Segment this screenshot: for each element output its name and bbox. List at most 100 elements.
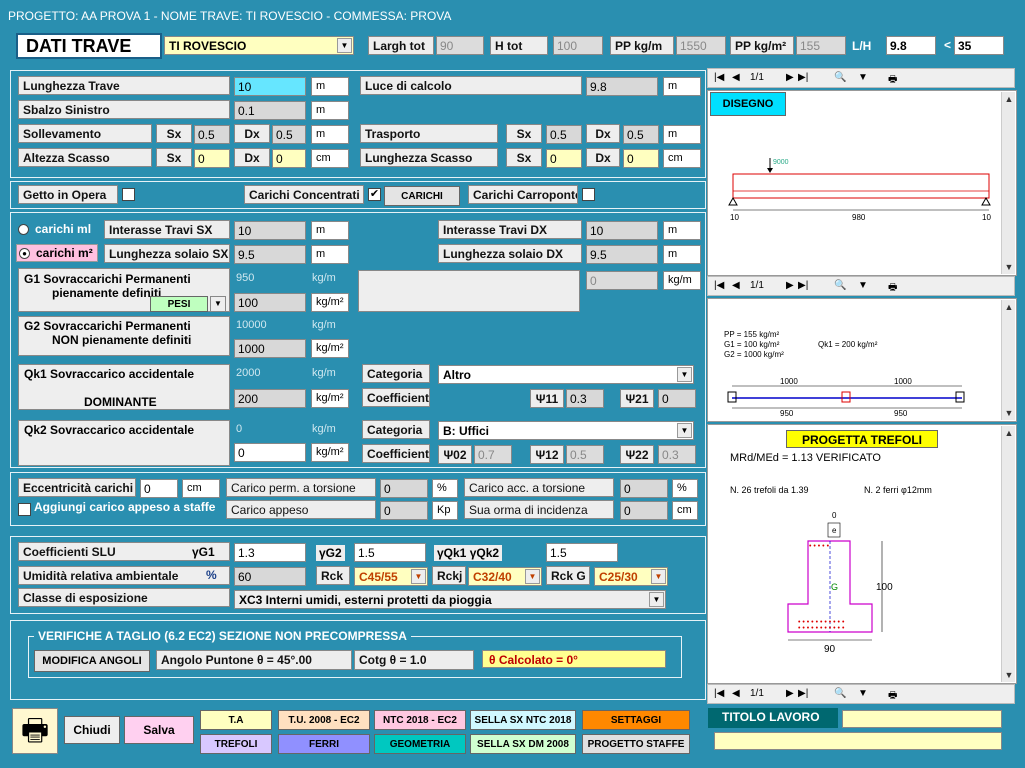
first-page-icon[interactable]: |◀: [714, 280, 724, 291]
cat2-select[interactable]: B: Uffici ▼: [438, 421, 694, 440]
chevron-down-icon[interactable]: ▼: [858, 688, 868, 699]
ls-dx-field[interactable]: 0: [623, 149, 659, 168]
psi12-field[interactable]: 0.5: [566, 445, 604, 464]
slu-g2-field[interactable]: 1.5: [354, 543, 426, 562]
titolo-lavoro-field[interactable]: [842, 710, 1002, 728]
pp-kgm-field[interactable]: 1550: [676, 36, 726, 55]
prev-page-icon[interactable]: ◀: [732, 72, 740, 83]
aggiungi-checkbox[interactable]: [18, 503, 31, 516]
beam-type-select[interactable]: TI ROVESCIO ▼: [164, 36, 354, 55]
lunghezza-field[interactable]: 10: [234, 77, 306, 96]
soll-sx-field[interactable]: 0.5: [194, 125, 230, 144]
print-icon[interactable]: 🖶: [888, 280, 897, 297]
titolo-lavoro-field2[interactable]: [714, 732, 1002, 750]
umid-field[interactable]: 60: [234, 567, 306, 586]
tu2008-button[interactable]: T.U. 2008 - EC2: [278, 710, 370, 730]
slu-qk-field[interactable]: 1.5: [546, 543, 618, 562]
psi11-field[interactable]: 0.3: [566, 389, 604, 408]
lh-field[interactable]: 9.8: [886, 36, 936, 55]
first-page-icon[interactable]: |◀: [714, 688, 724, 699]
geometria-button[interactable]: GEOMETRIA: [374, 734, 466, 754]
pp-kgm2-field[interactable]: 155: [796, 36, 846, 55]
print-icon[interactable]: 🖶: [888, 688, 897, 705]
sbalzo-field[interactable]: 0.1: [234, 101, 306, 120]
sella-dm-button[interactable]: SELLA SX DM 2008: [470, 734, 576, 754]
settaggi-button[interactable]: SETTAGGI: [582, 710, 690, 730]
disegno-button[interactable]: DISEGNO: [710, 92, 786, 116]
rckg-select[interactable]: C25/30 ▼: [594, 567, 668, 586]
modifica-angoli-button[interactable]: MODIFICA ANGOLI: [34, 650, 150, 672]
getto-checkbox[interactable]: [122, 188, 135, 201]
next-page-icon[interactable]: ▶: [786, 280, 794, 291]
trefoli-button[interactable]: TREFOLI: [200, 734, 272, 754]
lh-max-field[interactable]: 35: [954, 36, 1004, 55]
trasp-sx-field[interactable]: 0.5: [546, 125, 582, 144]
chevron-down-icon[interactable]: ▼: [858, 72, 868, 83]
progetto-staffe-button[interactable]: PROGETTO STAFFE: [582, 734, 690, 754]
qk1-field[interactable]: 200: [234, 389, 306, 408]
h-tot-field[interactable]: 100: [553, 36, 603, 55]
radio-ml[interactable]: carichi ml: [18, 222, 98, 238]
printer-button[interactable]: 🖶: [12, 708, 58, 754]
orma-field[interactable]: 0: [620, 501, 668, 520]
cat1-select[interactable]: Altro ▼: [438, 365, 694, 384]
carroponte-checkbox[interactable]: [582, 188, 595, 201]
psi02-field[interactable]: 0.7: [474, 445, 512, 464]
classe-select[interactable]: XC3 Interni umidi, esterni protetti da p…: [234, 590, 666, 609]
largh-tot-field[interactable]: 90: [436, 36, 484, 55]
slu-g1-field[interactable]: 1.3: [234, 543, 306, 562]
next-page-icon[interactable]: ▶: [786, 688, 794, 699]
alt-sx-field[interactable]: 0: [194, 149, 230, 168]
psi22-field[interactable]: 0.3: [658, 445, 696, 464]
g2-field[interactable]: 1000: [234, 339, 306, 358]
print-icon[interactable]: 🖶: [888, 72, 897, 89]
chiudi-button[interactable]: Chiudi: [64, 716, 120, 744]
preview1-scrollbar[interactable]: ▲ ▼: [1001, 92, 1015, 274]
prev-page-icon[interactable]: ◀: [732, 280, 740, 291]
tors-acc-field[interactable]: 0: [620, 479, 668, 498]
rckj-select[interactable]: C32/40 ▼: [468, 567, 542, 586]
solaio-dx-field[interactable]: 9.5: [586, 245, 658, 264]
preview2-scrollbar[interactable]: ▲ ▼: [1001, 300, 1015, 420]
progetta-trefoli-button[interactable]: PROGETTA TREFOLI: [786, 430, 938, 448]
ecc-field[interactable]: 0: [140, 479, 178, 498]
soll-dx-field[interactable]: 0.5: [272, 125, 306, 144]
pesi-button[interactable]: PESI: [150, 296, 208, 312]
psi21-field[interactable]: 0: [658, 389, 696, 408]
pesi-dropdown[interactable]: ▼: [210, 296, 226, 312]
carichi-conc-checkbox[interactable]: ✔: [368, 188, 381, 201]
alt-dx-field[interactable]: 0: [272, 149, 306, 168]
ta-button[interactable]: T.A: [200, 710, 272, 730]
ntc2018-button[interactable]: NTC 2018 - EC2: [374, 710, 466, 730]
last-page-icon[interactable]: ▶|: [798, 72, 808, 83]
zoom-icon[interactable]: 🔍: [834, 72, 846, 83]
sella-ntc-button[interactable]: SELLA SX NTC 2018: [470, 710, 576, 730]
carichi-button[interactable]: CARICHI: [384, 186, 460, 206]
g1-extra-field[interactable]: 0: [586, 271, 658, 290]
g1-label2: pienamente definiti: [52, 286, 162, 300]
tors-perm-field[interactable]: 0: [380, 479, 428, 498]
zoom-icon[interactable]: 🔍: [834, 280, 846, 291]
first-page-icon[interactable]: |◀: [714, 72, 724, 83]
salva-button[interactable]: Salva: [124, 716, 194, 744]
appeso-field[interactable]: 0: [380, 501, 428, 520]
chevron-down-icon[interactable]: ▼: [858, 280, 868, 291]
int-sx-field[interactable]: 10: [234, 221, 306, 240]
last-page-icon[interactable]: ▶|: [798, 280, 808, 291]
g1-notes[interactable]: [358, 270, 580, 312]
int-dx-field[interactable]: 10: [586, 221, 658, 240]
next-page-icon[interactable]: ▶: [786, 72, 794, 83]
solaio-sx-field[interactable]: 9.5: [234, 245, 306, 264]
zoom-icon[interactable]: 🔍: [834, 688, 846, 699]
ferri-button[interactable]: FERRI: [278, 734, 370, 754]
qk2-field[interactable]: 0: [234, 443, 306, 462]
trasp-dx-field[interactable]: 0.5: [623, 125, 659, 144]
rck-select[interactable]: C45/55 ▼: [354, 567, 428, 586]
prev-page-icon[interactable]: ◀: [732, 688, 740, 699]
preview3-scrollbar[interactable]: ▲ ▼: [1001, 426, 1015, 682]
titolo-lavoro-label: TITOLO LAVORO: [708, 708, 838, 728]
last-page-icon[interactable]: ▶|: [798, 688, 808, 699]
radio-m2[interactable]: ● carichi m²: [16, 244, 98, 262]
ls-sx-field[interactable]: 0: [546, 149, 582, 168]
g1-field[interactable]: 100: [234, 293, 306, 312]
